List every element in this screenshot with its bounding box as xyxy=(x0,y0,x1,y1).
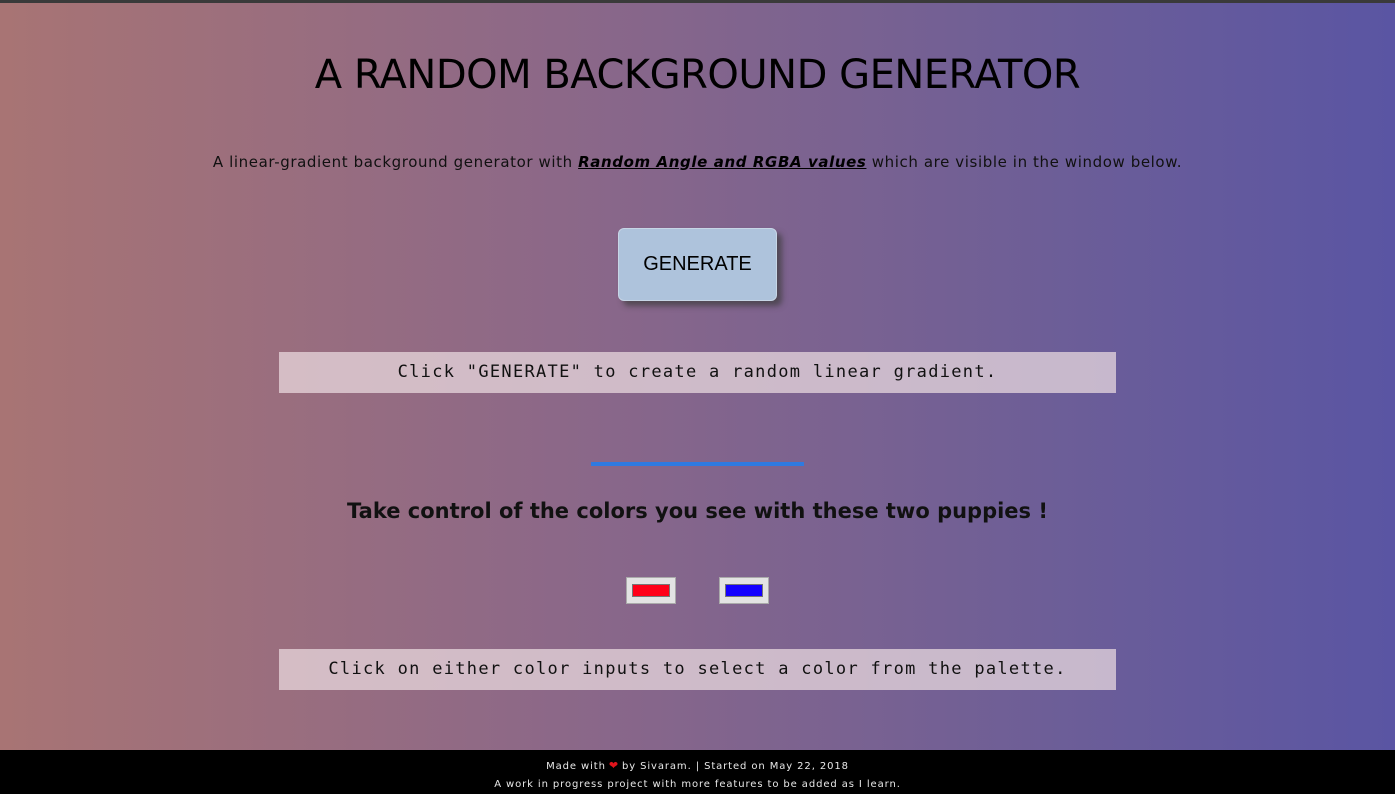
color-swatch-2 xyxy=(725,584,763,597)
page-subtitle: A linear-gradient background generator w… xyxy=(0,153,1395,171)
footer: Made with ❤ by Sivaram. | Started on May 2… xyxy=(0,750,1395,794)
subtitle-emphasis-link[interactable]: Random Angle and RGBA values xyxy=(578,153,866,171)
color-swatch-1 xyxy=(632,584,670,597)
palette-hint-box: Click on either color inputs to select a… xyxy=(279,649,1116,690)
footer-wip-note: A work in progress project with more fea… xyxy=(494,779,901,790)
heart-icon: ❤ xyxy=(608,759,619,772)
footer-by-line: by Sivaram. | Started on May 22, 2018 xyxy=(621,761,849,772)
subtitle-text-before: A linear-gradient background generator w… xyxy=(212,153,579,171)
color-control-heading: Take control of the colors you see with … xyxy=(347,499,1048,523)
window-top-border xyxy=(0,0,1395,3)
footer-made-with: Made with xyxy=(546,761,606,772)
section-divider xyxy=(591,462,804,466)
color-input-2[interactable] xyxy=(719,577,769,604)
generate-hint-box: Click "GENERATE" to create a random line… xyxy=(279,352,1116,393)
page-title: A RANDOM BACKGROUND GENERATOR xyxy=(314,52,1081,98)
generate-button[interactable]: GENERATE xyxy=(618,228,777,301)
color-input-1[interactable] xyxy=(626,577,676,604)
subtitle-text-after: which are visible in the window below. xyxy=(866,153,1183,171)
footer-credit-line: Made with ❤ by Sivaram. | Started on May 2… xyxy=(0,759,1395,772)
